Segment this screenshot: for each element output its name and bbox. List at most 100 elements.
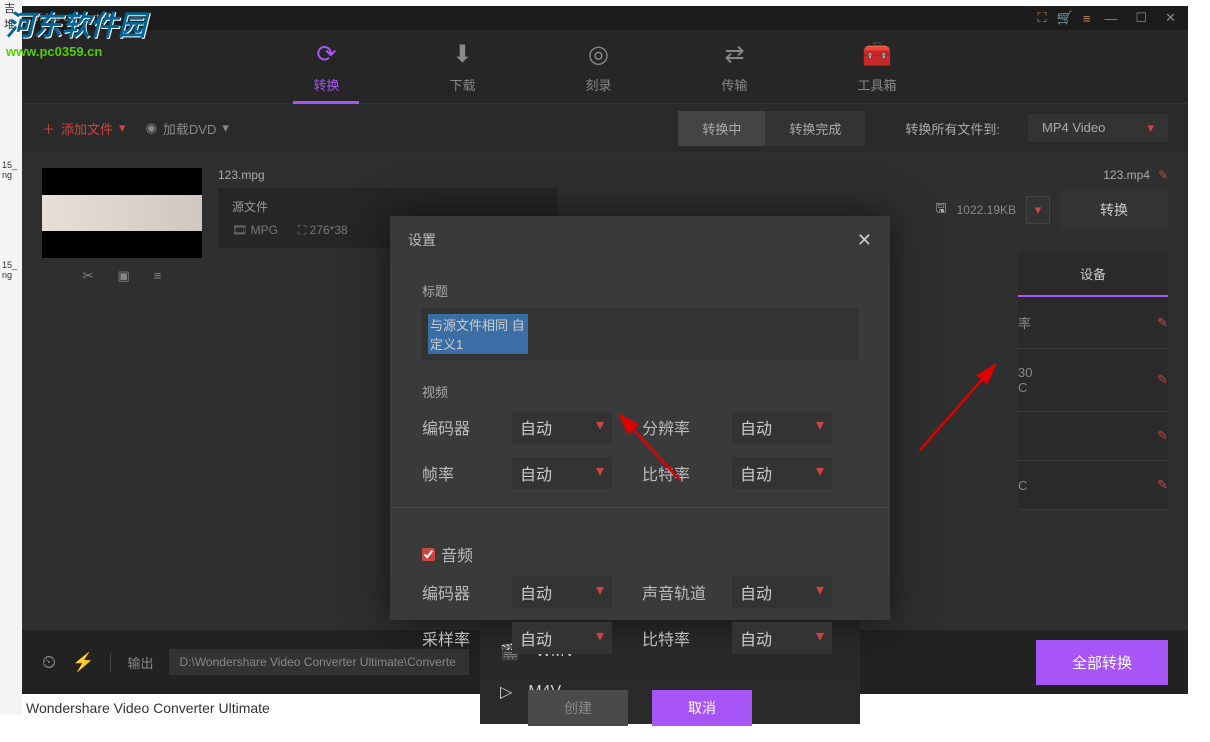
cart-icon[interactable]: 🛒: [1057, 10, 1073, 26]
convert-all-to-label: 转换所有文件到:: [905, 119, 1000, 138]
watermark-logo: 河东软件园 www.pc0359.cn: [6, 4, 146, 59]
samplerate-select[interactable]: 自动▾: [512, 622, 612, 654]
preset-row[interactable]: 30C✎: [1018, 349, 1168, 412]
output-format-dropdown[interactable]: ▾: [1026, 196, 1050, 224]
device-tab[interactable]: 设备: [1018, 252, 1168, 297]
status-segment: 转换中 转换完成: [678, 111, 865, 146]
create-button[interactable]: 创建: [528, 690, 628, 726]
transfer-icon: ⇄: [724, 40, 744, 69]
audio-bitrate-select[interactable]: 自动▾: [732, 622, 832, 654]
modal-buttons: 创建 取消: [390, 674, 890, 742]
cancel-button[interactable]: 取消: [652, 690, 752, 726]
tab-convert[interactable]: ⟳ 转换: [293, 30, 359, 103]
output-info-row: 🖫 1022.19KB ▾ 转换: [936, 190, 1168, 230]
close-icon[interactable]: ✕: [857, 230, 872, 251]
resolution-select[interactable]: 自动▾: [732, 411, 832, 443]
edit-icon[interactable]: ✎: [1157, 428, 1168, 444]
timer-icon[interactable]: ⏲: [42, 652, 56, 673]
add-file-button[interactable]: ＋ 添加文件 ▾: [42, 119, 126, 138]
converted-tab[interactable]: 转换完成: [765, 111, 865, 146]
output-label: 输出: [110, 653, 153, 672]
tab-label: 工具箱: [858, 75, 897, 94]
load-dvd-label: 加载DVD: [163, 119, 216, 138]
crop-icon[interactable]: ▣: [118, 268, 130, 284]
main-tabs: ⟳ 转换 ⬇ 下载 ◎ 刻录 ⇄ 传输 🧰 工具箱: [22, 30, 1188, 104]
maximize-button[interactable]: ☐: [1131, 10, 1151, 26]
source-filename: 123.mpg: [218, 168, 558, 182]
channel-label: 声音轨道: [642, 580, 712, 604]
edit-icon[interactable]: ✎: [1157, 372, 1168, 388]
output-block: 123.mp4 ✎ 🖫 1022.19KB ▾ 转换: [936, 168, 1168, 230]
tab-transfer[interactable]: ⇄ 传输: [702, 30, 768, 103]
convert-all-button[interactable]: 全部转换: [1036, 640, 1168, 685]
format-select[interactable]: MP4 Video ▾: [1028, 114, 1168, 142]
title-label: 标题: [422, 281, 858, 300]
convert-button[interactable]: 转换: [1060, 190, 1168, 230]
edit-icon[interactable]: ✎: [1158, 168, 1168, 182]
size-icon: ⛶ 276*38: [298, 223, 348, 238]
converting-tab[interactable]: 转换中: [678, 111, 765, 146]
download-icon: ⬇: [452, 40, 472, 69]
thumbnail[interactable]: [42, 168, 202, 258]
edit-icon[interactable]: ✎: [1157, 315, 1168, 331]
speed-icon[interactable]: ⚡: [72, 652, 94, 673]
toolbar: ＋ 添加文件 ▾ ◉ 加载DVD ▾ 转换中 转换完成 转换所有文件到: MP4…: [22, 104, 1188, 152]
video-bitrate-select[interactable]: 自动▾: [732, 457, 832, 489]
format-value: MP4 Video: [1042, 120, 1105, 136]
gift-icon[interactable]: ⛶: [1038, 10, 1047, 26]
tab-burn[interactable]: ◎ 刻录: [565, 30, 631, 103]
close-button[interactable]: ✕: [1161, 10, 1180, 26]
desktop-file[interactable]: 15_ ng: [0, 120, 22, 220]
logo-text: 河东软件园: [6, 4, 146, 44]
desktop-file[interactable]: 15_ ng: [0, 220, 22, 320]
tab-toolbox[interactable]: 🧰 工具箱: [838, 30, 917, 103]
chevron-down-icon: ▾: [816, 626, 824, 650]
tab-label: 传输: [722, 75, 748, 94]
film-icon: 🎞 MPG: [232, 223, 278, 238]
bitrate-label: 比特率: [642, 626, 712, 650]
channel-select[interactable]: 自动▾: [732, 576, 832, 608]
title-input[interactable]: 与源文件相同 自定义1: [422, 308, 858, 360]
tab-download[interactable]: ⬇ 下载: [429, 30, 495, 103]
chevron-down-icon: ▾: [816, 461, 824, 485]
tab-label: 刻录: [585, 75, 611, 94]
add-file-label: 添加文件: [61, 119, 113, 138]
thumb-tools: ✂ ▣ ≡: [42, 268, 202, 284]
adjust-icon[interactable]: ≡: [154, 268, 162, 284]
preset-row[interactable]: C✎: [1018, 461, 1168, 510]
chevron-down-icon: ▾: [816, 415, 824, 439]
titlebar: video converter ⛶ 🛒 ≡ — ☐ ✕: [22, 6, 1188, 30]
convert-icon: ⟳: [316, 40, 336, 69]
audio-encoder-select[interactable]: 自动▾: [512, 576, 612, 608]
disc-icon: ◉: [146, 120, 157, 136]
modal-title: 设置: [408, 230, 436, 251]
cut-icon[interactable]: ✂: [83, 268, 94, 284]
output-name-row: 123.mp4 ✎: [1103, 168, 1168, 182]
source-box-title: 源文件: [232, 198, 544, 215]
logo-url: www.pc0359.cn: [6, 44, 146, 59]
page-caption: Wondershare Video Converter Ultimate: [26, 700, 270, 716]
edit-icon[interactable]: ✎: [1157, 477, 1168, 493]
audio-section: 音频 编码器 自动▾ 声音轨道 自动▾ 采样率 自动▾ 比特率 自动▾: [390, 520, 890, 660]
desktop-background: 吉堆 15_ ng 15_ ng: [0, 0, 22, 715]
framerate-select[interactable]: 自动▾: [512, 457, 612, 489]
audio-checkbox[interactable]: [422, 548, 435, 561]
chevron-down-icon: ▾: [596, 580, 604, 604]
resolution-label: 分辨率: [642, 415, 712, 439]
chevron-down-icon: ▾: [596, 415, 604, 439]
samplerate-label: 采样率: [422, 626, 492, 650]
preset-row[interactable]: ✎: [1018, 412, 1168, 461]
size-icon: 🖫: [936, 199, 947, 221]
audio-label: 音频: [441, 542, 473, 566]
preset-row[interactable]: 率✎: [1018, 297, 1168, 349]
video-encoder-select[interactable]: 自动▾: [512, 411, 612, 443]
minimize-button[interactable]: —: [1100, 11, 1121, 26]
plus-icon: ＋: [42, 119, 55, 138]
load-dvd-button[interactable]: ◉ 加载DVD ▾: [146, 119, 229, 138]
menu-icon[interactable]: ≡: [1083, 11, 1091, 26]
chevron-down-icon: ▾: [1147, 120, 1154, 136]
output-filename: 123.mp4: [1103, 168, 1150, 182]
audio-checkbox-row: 音频: [422, 542, 858, 566]
tab-label: 转换: [313, 75, 339, 94]
chevron-down-icon: ▾: [596, 461, 604, 485]
